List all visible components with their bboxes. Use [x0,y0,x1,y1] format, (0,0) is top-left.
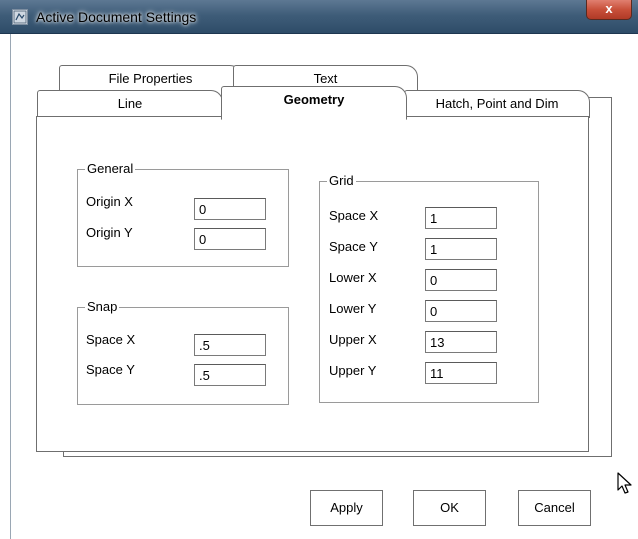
tab-line[interactable]: Line [37,90,223,118]
grid-lower-y-label: Lower Y [329,301,377,316]
tab-file-properties-label: File Properties [108,71,193,86]
tab-geometry-label: Geometry [283,92,345,107]
tab-file-properties[interactable]: File Properties [59,65,242,93]
tab-text-label: Text [313,71,338,86]
origin-x-label: Origin X [86,194,133,209]
close-button[interactable]: x [586,0,632,20]
general-group: General Origin X Origin Y [77,161,289,267]
title-bar: Active Document Settings x [0,0,638,34]
cancel-button[interactable]: Cancel [518,490,591,526]
snap-space-x-label: Space X [86,332,136,347]
grid-lower-x-field[interactable] [425,269,497,291]
grid-space-x-label: Space X [329,208,379,223]
snap-group-label: Snap [85,299,120,315]
snap-space-x-field[interactable] [194,334,266,356]
snap-space-y-field[interactable] [194,364,266,386]
grid-upper-y-field[interactable] [425,362,497,384]
origin-x-field[interactable] [194,198,266,220]
apply-button-label: Apply [330,500,363,515]
ok-button-label: OK [440,500,459,515]
apply-button[interactable]: Apply [310,490,383,526]
grid-space-x-field[interactable] [425,207,497,229]
origin-y-label: Origin Y [86,225,133,240]
cancel-button-label: Cancel [534,500,575,515]
grid-lower-x-label: Lower X [329,270,377,285]
window-title: Active Document Settings [36,9,197,25]
grid-group: Grid Space X Space Y Lower X Lower Y Upp… [319,173,539,403]
grid-space-y-label: Space Y [329,239,378,254]
snap-group: Snap Space X Space Y [77,299,289,405]
grid-upper-x-label: Upper X [329,332,377,347]
app-icon[interactable] [12,9,28,25]
general-group-label: General [85,161,136,177]
snap-space-y-label: Space Y [86,362,135,377]
tab-hatch-point-dim[interactable]: Hatch, Point and Dim [404,90,590,118]
grid-lower-y-field[interactable] [425,300,497,322]
close-icon: x [605,1,613,16]
origin-y-field[interactable] [194,228,266,250]
tab-geometry[interactable]: Geometry [221,86,407,120]
grid-group-label: Grid [327,173,356,189]
grid-upper-y-label: Upper Y [329,363,377,378]
grid-space-y-field[interactable] [425,238,497,260]
grid-upper-x-field[interactable] [425,331,497,353]
tab-hatch-point-dim-label: Hatch, Point and Dim [435,96,559,111]
geometry-panel: General Origin X Origin Y Snap Space X S… [36,116,589,452]
mouse-cursor-icon [617,472,633,499]
tab-line-label: Line [117,96,143,111]
ok-button[interactable]: OK [413,490,486,526]
